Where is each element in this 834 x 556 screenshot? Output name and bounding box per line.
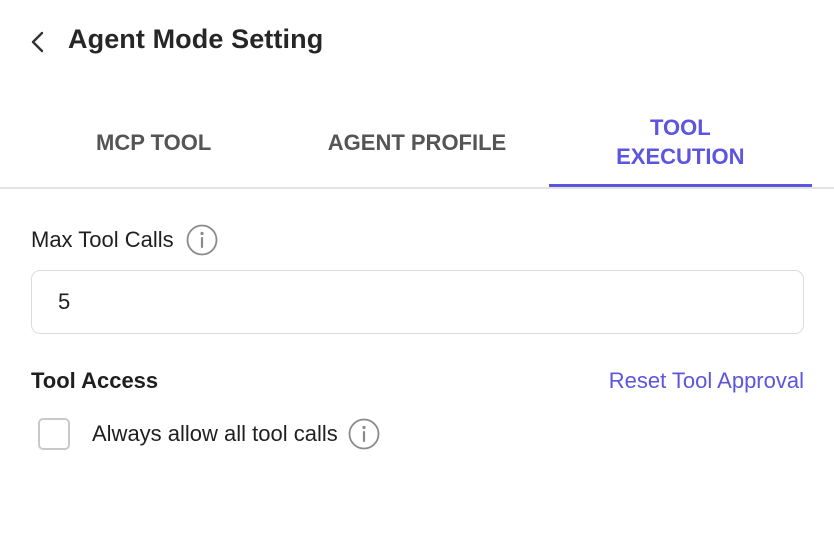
- back-button[interactable]: [22, 26, 54, 58]
- info-icon[interactable]: [186, 224, 218, 256]
- tool-access-title: Tool Access: [31, 368, 159, 393]
- always-allow-checkbox[interactable]: [38, 418, 70, 450]
- tab-label: TOOL EXECUTION: [616, 115, 745, 169]
- tab-mcp-tool[interactable]: MCP TOOL: [22, 98, 285, 188]
- tab-tool-execution[interactable]: TOOL EXECUTION: [548, 98, 813, 188]
- tab-label: AGENT PROFILE: [327, 129, 507, 155]
- max-tool-calls-label: Max Tool Calls: [31, 227, 174, 252]
- agent-mode-setting-panel: Agent Mode Setting MCP TOOL AGENT PROFIL…: [0, 0, 834, 556]
- header: Agent Mode Setting: [0, 0, 834, 86]
- tab-bar: MCP TOOL AGENT PROFILE TOOL EXECUTION: [22, 98, 813, 188]
- max-tool-calls-label-row: Max Tool Calls: [31, 224, 218, 256]
- page-title: Agent Mode Setting: [68, 24, 324, 54]
- reset-tool-approval-link[interactable]: Reset Tool Approval: [609, 368, 804, 394]
- always-allow-label[interactable]: Always allow all tool calls: [92, 421, 338, 447]
- max-tool-calls-input[interactable]: [31, 270, 804, 334]
- tab-agent-profile[interactable]: AGENT PROFILE: [285, 98, 548, 188]
- chevron-left-icon: [31, 31, 44, 53]
- tab-divider: [0, 187, 834, 189]
- info-icon[interactable]: [348, 418, 380, 450]
- tab-label: MCP TOOL: [96, 129, 212, 155]
- always-allow-row: Always allow all tool calls: [38, 418, 380, 450]
